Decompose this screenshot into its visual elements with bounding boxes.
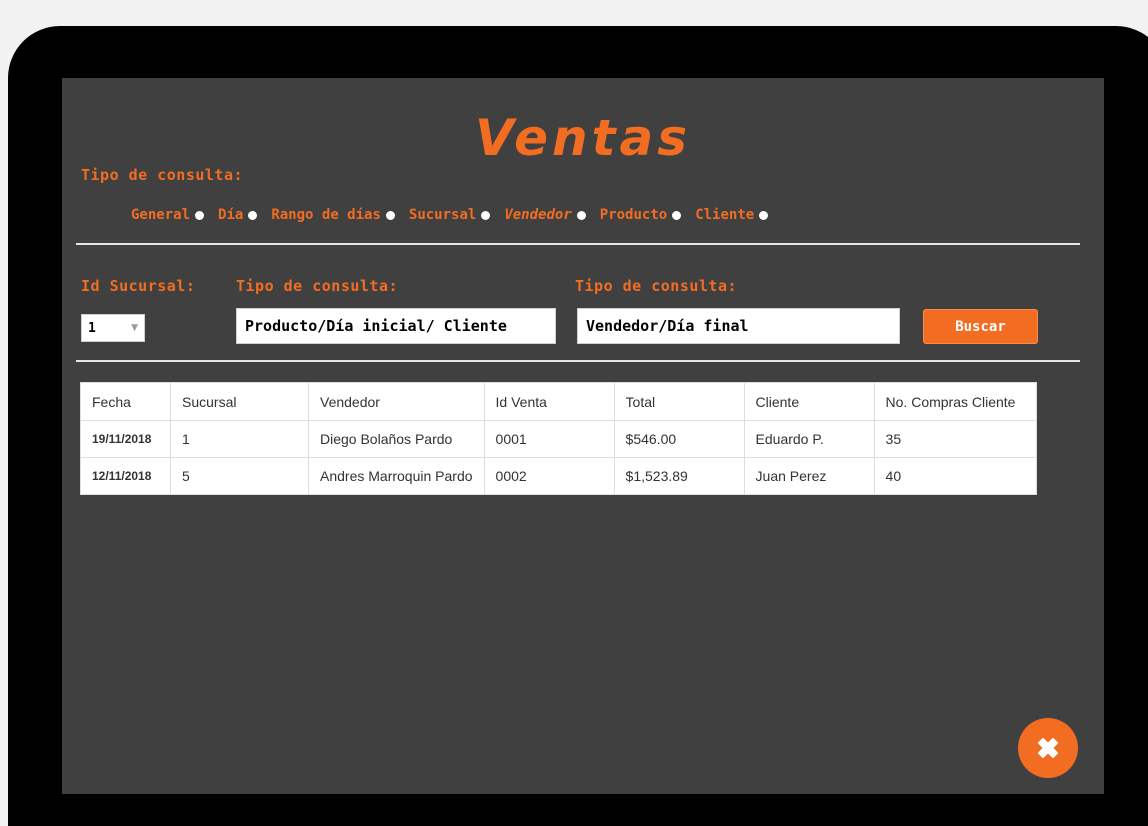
col-header-total: Total (613, 382, 745, 421)
col-header-id-venta: Id Venta (483, 382, 615, 421)
close-icon (1038, 738, 1058, 758)
col-header-sucursal: Sucursal (170, 382, 309, 421)
radio-cliente[interactable]: Cliente (695, 207, 769, 223)
search-button[interactable]: Buscar (923, 309, 1038, 344)
radio-cliente-label: Cliente (695, 207, 755, 223)
cell-total: $546.00 (613, 420, 745, 458)
chevron-down-icon: ▼ (131, 323, 138, 333)
radio-general[interactable]: General (131, 207, 205, 223)
query-type-label-2: Tipo de consulta: (236, 277, 399, 295)
radio-button[interactable] (248, 210, 258, 220)
radio-dia[interactable]: Día (218, 207, 258, 223)
radio-sucursal-label: Sucursal (408, 207, 477, 223)
cell-fecha: 19/11/2018 (80, 420, 171, 458)
divider (76, 360, 1080, 362)
radio-button[interactable] (481, 210, 491, 220)
cell-sucursal: 5 (170, 457, 309, 495)
radio-producto[interactable]: Producto (599, 207, 682, 223)
cell-total: $1,523.89 (613, 457, 745, 495)
radio-button[interactable] (385, 210, 395, 220)
cell-id-venta: 0002 (483, 457, 615, 495)
radio-producto-label: Producto (599, 207, 668, 223)
seller-end-day-input[interactable] (577, 308, 900, 344)
radio-button[interactable] (195, 210, 205, 220)
query-type-label-3: Tipo de consulta: (575, 277, 738, 295)
divider (76, 243, 1080, 245)
cell-sucursal: 1 (170, 420, 309, 458)
page-title: Ventas (475, 109, 691, 167)
app-screen: Ventas Tipo de consulta: General Día Ran… (62, 78, 1104, 794)
radio-button[interactable] (759, 210, 769, 220)
col-header-fecha: Fecha (80, 382, 171, 421)
query-type-label: Tipo de consulta: (81, 166, 244, 184)
query-type-radio-group: General Día Rango de días Sucursal Vende… (131, 207, 782, 223)
radio-rango-de-dias-label: Rango de días (271, 207, 381, 223)
table-header-row: Fecha Sucursal Vendedor Id Venta Total C… (80, 382, 1038, 421)
cell-no-compras: 40 (873, 457, 1038, 495)
table-row[interactable]: 12/11/2018 5 Andres Marroquin Pardo 0002… (80, 457, 1038, 495)
branch-id-label: Id Sucursal: (81, 277, 196, 295)
radio-button[interactable] (672, 210, 682, 220)
cell-cliente: Juan Perez (743, 457, 875, 495)
branch-id-select[interactable]: 1 ▼ (81, 314, 145, 342)
radio-vendedor-label: Vendedor (504, 207, 572, 223)
radio-button[interactable] (576, 210, 586, 220)
sales-table: Fecha Sucursal Vendedor Id Venta Total C… (80, 382, 1038, 495)
cell-id-venta: 0001 (483, 420, 615, 458)
cell-cliente: Eduardo P. (743, 420, 875, 458)
radio-rango-de-dias[interactable]: Rango de días (271, 207, 395, 223)
close-button[interactable] (1018, 718, 1078, 778)
col-header-cliente: Cliente (743, 382, 875, 421)
product-day-client-input[interactable] (236, 308, 556, 344)
radio-sucursal[interactable]: Sucursal (408, 207, 491, 223)
radio-general-label: General (131, 207, 191, 223)
radio-dia-label: Día (218, 207, 244, 223)
cell-vendedor: Diego Bolaños Pardo (308, 420, 485, 458)
cell-no-compras: 35 (873, 420, 1038, 458)
cell-vendedor: Andres Marroquin Pardo (308, 457, 485, 495)
col-header-vendedor: Vendedor (308, 382, 485, 421)
radio-vendedor[interactable]: Vendedor (504, 207, 586, 223)
col-header-no-compras: No. Compras Cliente (873, 382, 1038, 421)
branch-id-value: 1 (88, 320, 96, 336)
table-row[interactable]: 19/11/2018 1 Diego Bolaños Pardo 0001 $5… (80, 420, 1038, 458)
cell-fecha: 12/11/2018 (80, 457, 171, 495)
